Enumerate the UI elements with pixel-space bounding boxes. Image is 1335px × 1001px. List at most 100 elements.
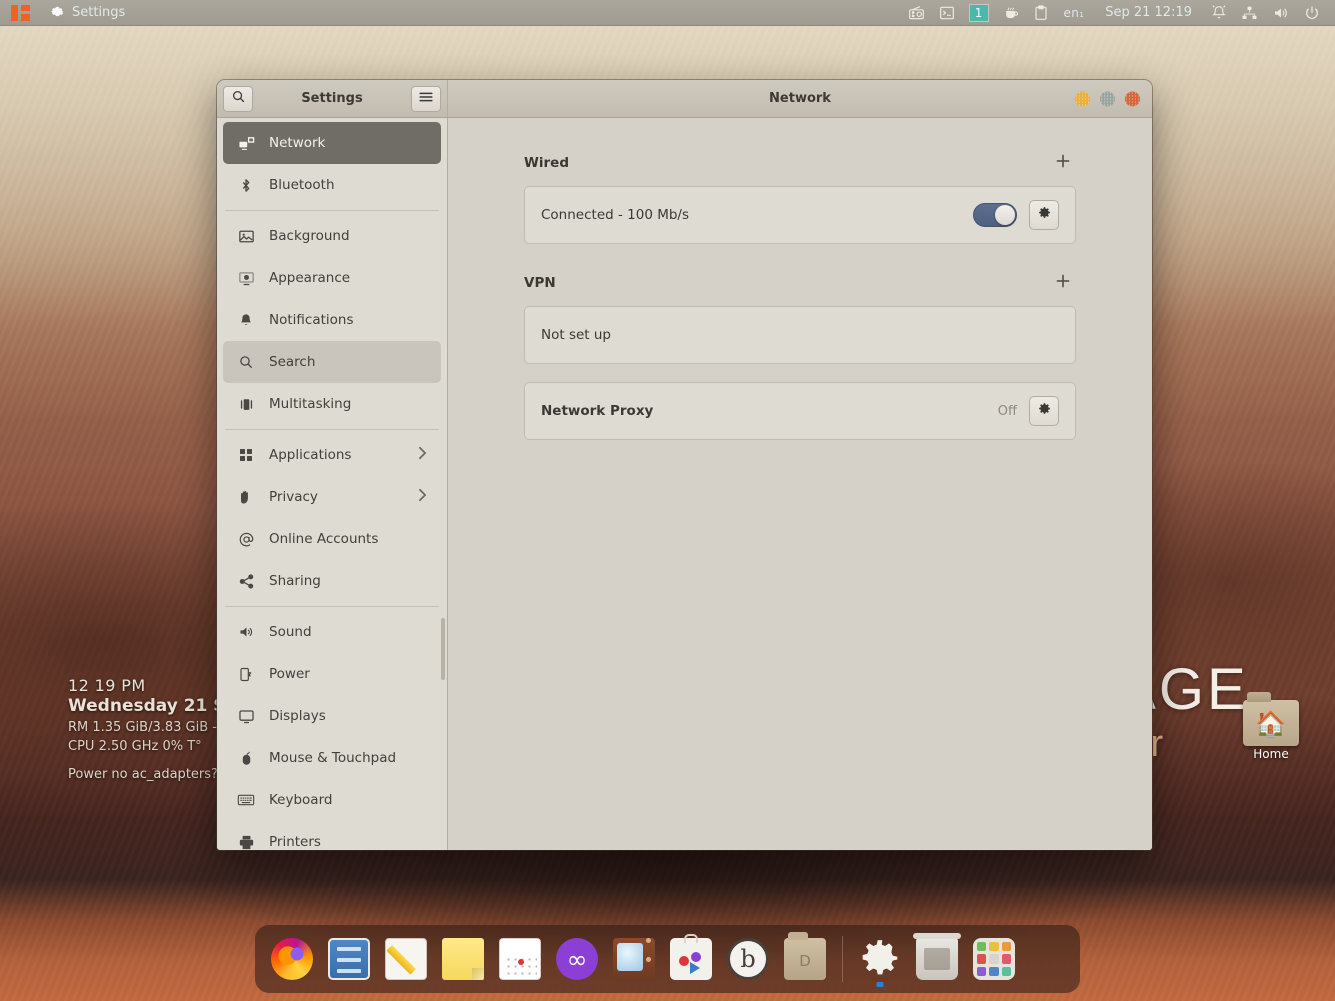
desktop-icon-home-label: Home — [1240, 747, 1302, 761]
sidebar-item-network[interactable]: Network — [223, 122, 441, 164]
network-proxy-row[interactable]: Network Proxy Off — [525, 383, 1075, 439]
dock-item-calendar[interactable] — [495, 934, 545, 984]
plus-icon — [1055, 153, 1071, 173]
main-menu-button[interactable] — [411, 86, 441, 112]
window-controls — [1075, 91, 1140, 106]
dock-item-notes[interactable] — [438, 934, 488, 984]
dock-separator — [842, 936, 843, 982]
sidebar-item-printers[interactable]: Printers — [223, 821, 441, 850]
add-vpn-button[interactable] — [1050, 270, 1076, 296]
sidebar-item-sound[interactable]: Sound — [223, 611, 441, 653]
dock-item-trash[interactable] — [912, 934, 962, 984]
gear-icon — [859, 938, 901, 980]
mouse-icon — [237, 749, 255, 767]
sidebar-item-sharing[interactable]: Sharing — [223, 560, 441, 602]
sidebar-item-label: Applications — [269, 447, 404, 463]
vpn-status-label: Not set up — [541, 327, 1059, 343]
maximize-button[interactable] — [1100, 91, 1115, 106]
appearance-icon — [237, 269, 255, 287]
grid-icon — [237, 446, 255, 464]
dock-item-text-editor[interactable] — [381, 934, 431, 984]
sidebar-item-label: Power — [269, 666, 427, 682]
clipboard-icon[interactable] — [1027, 0, 1055, 26]
dock-item-app-grid[interactable] — [969, 934, 1019, 984]
sidebar-item-label: Background — [269, 228, 427, 244]
sidebar-item-search[interactable]: Search — [223, 341, 441, 383]
dock-item-budgie-app[interactable]: b — [723, 934, 773, 984]
sidebar-item-label: Search — [269, 354, 427, 370]
sidebar-item-displays[interactable]: Displays — [223, 695, 441, 737]
software-bag-icon — [670, 938, 712, 980]
wired-section-title: Wired — [524, 155, 569, 171]
radio-icon[interactable] — [901, 0, 932, 26]
clock[interactable]: Sep 21 12:19 — [1093, 5, 1204, 20]
sidebar-item-mouse-touchpad[interactable]: Mouse & Touchpad — [223, 737, 441, 779]
dock-item-files[interactable] — [324, 934, 374, 984]
window-title: Network — [769, 91, 831, 106]
wired-connection-row[interactable]: Connected - 100 Mb/s — [525, 187, 1075, 243]
sidebar-item-bluetooth[interactable]: Bluetooth — [223, 164, 441, 206]
sidebar-item-privacy[interactable]: Privacy — [223, 476, 441, 518]
gear-icon — [1037, 206, 1052, 225]
wired-toggle[interactable] — [973, 203, 1017, 227]
settings-sidebar: Network Bluetooth — [217, 118, 448, 850]
wired-connection-card: Connected - 100 Mb/s — [524, 186, 1076, 244]
network-proxy-card: Network Proxy Off — [524, 382, 1076, 440]
dock-item-mask-app[interactable]: ∞ — [552, 934, 602, 984]
sticky-note-icon — [442, 938, 484, 980]
sidebar-item-applications[interactable]: Applications — [223, 434, 441, 476]
keyboard-layout-indicator[interactable]: en₁ — [1055, 6, 1094, 20]
sidebar-item-label: Multitasking — [269, 396, 427, 412]
sidebar-item-appearance[interactable]: Appearance — [223, 257, 441, 299]
dock-item-documents[interactable]: D — [780, 934, 830, 984]
volume-icon[interactable] — [1265, 0, 1297, 26]
sidebar-item-label: Network — [269, 135, 427, 151]
network-icon[interactable] — [1234, 0, 1265, 26]
retro-tv-icon — [613, 938, 655, 980]
network-proxy-settings-button[interactable] — [1029, 396, 1059, 426]
system-tray: 1 en₁ Sep 21 12:19 — [901, 0, 1335, 26]
bell-icon[interactable] — [1204, 0, 1234, 26]
add-wired-connection-button[interactable] — [1050, 150, 1076, 176]
desktop-icon-home[interactable]: 🏠 Home — [1240, 700, 1302, 761]
vpn-card: Not set up — [524, 306, 1076, 364]
dock-item-firefox[interactable] — [267, 934, 317, 984]
network-proxy-label: Network Proxy — [541, 403, 986, 419]
sidebar-item-background[interactable]: Background — [223, 215, 441, 257]
sidebar-item-label: Mouse & Touchpad — [269, 750, 427, 766]
ubuntu-logo-icon[interactable] — [0, 5, 40, 21]
bell-icon — [237, 311, 255, 329]
dock-item-software[interactable] — [666, 934, 716, 984]
workspace-switcher[interactable]: 1 — [962, 0, 996, 26]
network-proxy-value: Off — [998, 404, 1017, 419]
wired-status-label: Connected - 100 Mb/s — [541, 207, 961, 223]
window-titlebar: Settings Network — [217, 80, 1152, 118]
printer-icon — [237, 833, 255, 850]
vpn-section-header: VPN — [524, 270, 1076, 296]
sidebar-separator — [225, 606, 439, 607]
terminal-icon[interactable] — [932, 0, 962, 26]
at-sign-icon — [237, 530, 255, 548]
coffee-cup-icon[interactable] — [996, 0, 1027, 26]
battery-icon — [237, 665, 255, 683]
sidebar-item-keyboard[interactable]: Keyboard — [223, 779, 441, 821]
minimize-button[interactable] — [1075, 91, 1090, 106]
dock-item-settings[interactable] — [855, 934, 905, 984]
notepad-pencil-icon — [385, 938, 427, 980]
sidebar-item-multitasking[interactable]: Multitasking — [223, 383, 441, 425]
sidebar-item-label: Online Accounts — [269, 531, 427, 547]
image-icon — [237, 227, 255, 245]
dock-item-media-player[interactable] — [609, 934, 659, 984]
search-icon — [231, 89, 246, 108]
sidebar-header-title: Settings — [259, 91, 405, 106]
sidebar-item-notifications[interactable]: Notifications — [223, 299, 441, 341]
letter-b-icon: b — [727, 938, 769, 980]
sidebar-item-power[interactable]: Power — [223, 653, 441, 695]
wired-settings-button[interactable] — [1029, 200, 1059, 230]
sidebar-item-online-accounts[interactable]: Online Accounts — [223, 518, 441, 560]
close-button[interactable] — [1125, 91, 1140, 106]
sidebar-scrollbar[interactable] — [441, 618, 445, 680]
active-app-menu[interactable]: Settings — [40, 4, 135, 22]
power-icon[interactable] — [1297, 0, 1327, 26]
search-button[interactable] — [223, 86, 253, 112]
